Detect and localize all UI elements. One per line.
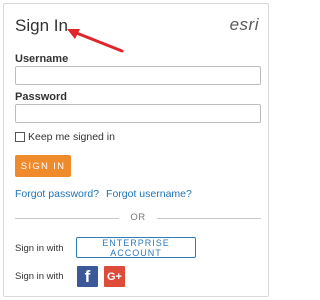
sign-in-panel: Sign In esri Username Password Keep me s…: [3, 3, 269, 297]
username-field[interactable]: [15, 66, 261, 85]
google-plus-icon[interactable]: G+: [104, 266, 125, 287]
password-label: Password: [15, 91, 67, 103]
sign-in-button[interactable]: SIGN IN: [15, 155, 71, 177]
enterprise-account-button[interactable]: ENTERPRISE ACCOUNT: [76, 237, 196, 258]
annotation-arrow-icon: [67, 29, 124, 53]
or-divider: OR: [15, 212, 261, 224]
divider-line-left: [15, 218, 119, 219]
keep-signed-in-option[interactable]: Keep me signed in: [15, 131, 115, 143]
password-field[interactable]: [15, 104, 261, 123]
divider-line-right: [157, 218, 261, 219]
keep-signed-in-label: Keep me signed in: [28, 131, 115, 143]
facebook-icon[interactable]: f: [77, 266, 98, 287]
social-row-label: Sign in with: [15, 271, 64, 282]
forgot-username-link[interactable]: Forgot username?: [106, 188, 192, 200]
page-title: Sign In: [15, 16, 68, 35]
panel-header: Sign In esri: [4, 4, 268, 53]
username-label: Username: [15, 53, 69, 65]
divider-text: OR: [130, 212, 146, 223]
esri-logo: esri: [229, 15, 259, 34]
enterprise-row-label: Sign in with: [15, 243, 64, 254]
recovery-links: Forgot password? Forgot username?: [15, 188, 192, 200]
forgot-password-link[interactable]: Forgot password?: [15, 188, 99, 200]
keep-signed-in-checkbox[interactable]: [15, 132, 25, 142]
